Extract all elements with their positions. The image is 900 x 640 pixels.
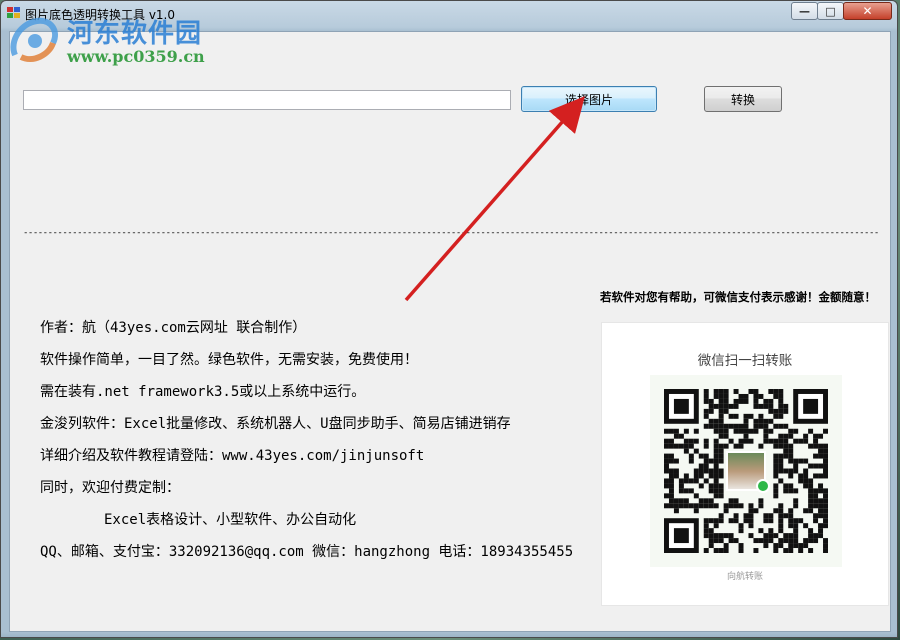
watermark-brand: 河东软件园 xyxy=(67,19,203,49)
info-line-author: 作者：航（43yes.com云网址 联合制作） xyxy=(40,320,307,336)
main-panel: 选择图片 转换 --------------------------------… xyxy=(9,31,891,632)
close-button[interactable]: ✕ xyxy=(843,2,892,20)
maximize-button[interactable]: □ xyxy=(817,2,844,20)
dashed-separator: ----------------------------------------… xyxy=(23,228,879,238)
choose-image-button[interactable]: 选择图片 xyxy=(521,86,657,112)
qr-frame xyxy=(650,375,842,567)
close-icon: ✕ xyxy=(862,4,873,18)
window-bottom-border xyxy=(1,632,897,637)
info-line-requirement: 需在装有.net framework3.5或以上系统中运行。 xyxy=(40,384,366,400)
app-window: 图片底色透明转换工具 v1.0 — □ ✕ 选择图片 转换 ----------… xyxy=(0,0,898,638)
info-line-services: Excel表格设计、小型软件、办公自动化 xyxy=(104,512,357,528)
verified-check-icon xyxy=(756,479,770,493)
watermark-logo-icon xyxy=(10,17,58,63)
info-line-website: 详细介绍及软件教程请登陆：www.43yes.com/jinjunsoft xyxy=(40,448,425,464)
convert-button[interactable]: 转换 xyxy=(704,86,782,112)
qr-title: 微信扫一扫转账 xyxy=(697,353,793,369)
watermark-url: www.pc0359.cn xyxy=(67,47,205,66)
image-path-input[interactable] xyxy=(23,90,511,110)
info-line-products: 金浚列软件：Excel批量修改、系统机器人、U盘同步助手、简易店铺进销存 xyxy=(40,416,511,432)
minimize-button[interactable]: — xyxy=(791,2,818,20)
info-text-block: 作者：航（43yes.com云网址 联合制作） 软件操作简单，一目了然。绿色软件… xyxy=(40,318,573,574)
info-line-custom: 同时，欢迎付费定制： xyxy=(40,480,180,496)
info-line-contact: QQ、邮箱、支付宝：332092136@qq.com 微信：hangzhong … xyxy=(40,544,574,560)
wechat-pay-card: 微信扫一扫转账 向航转账 xyxy=(601,322,889,606)
maximize-icon: □ xyxy=(825,4,836,18)
qr-payee-name: 向航转账 xyxy=(726,572,763,582)
info-line-intro: 软件操作简单，一目了然。绿色软件，无需安装，免费使用！ xyxy=(40,352,418,368)
donate-note: 若软件对您有帮助，可微信支付表示感谢！金额随意！ xyxy=(600,290,876,304)
minimize-icon: — xyxy=(799,4,810,18)
